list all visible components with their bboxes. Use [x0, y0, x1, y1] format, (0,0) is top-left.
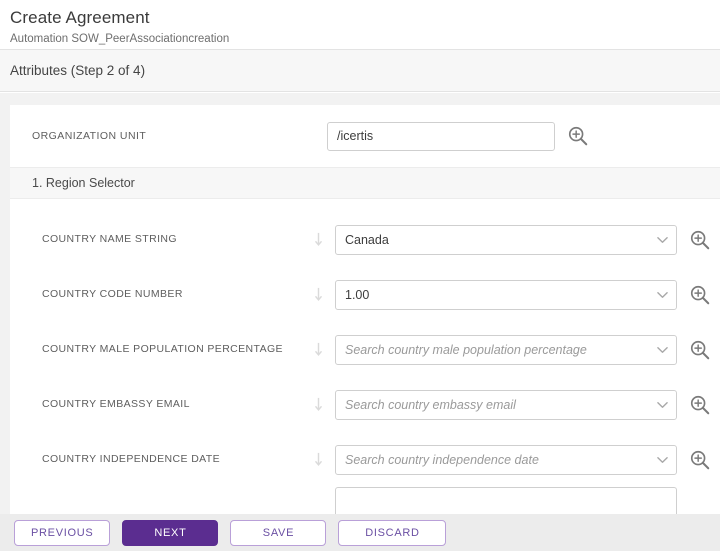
previous-button[interactable]: PREVIOUS — [14, 519, 111, 546]
page-title: Create Agreement — [10, 8, 150, 27]
attribute-select-value[interactable]: Search country independence date — [335, 444, 677, 475]
organization-unit-search-icon[interactable] — [567, 125, 589, 147]
attribute-search-icon[interactable] — [689, 284, 711, 306]
arrow-down-icon — [314, 232, 323, 246]
footer-action-bar: PREVIOUS NEXT SAVE DISCARD — [0, 514, 720, 551]
section-header-label: 1. Region Selector — [32, 176, 135, 190]
save-button[interactable]: SAVE — [230, 519, 327, 546]
attribute-select-value[interactable]: 1.00 — [335, 279, 677, 310]
organization-unit-input[interactable] — [327, 121, 555, 151]
attribute-select-box[interactable]: Search country embassy email — [335, 389, 677, 420]
attribute-row: COUNTRY CODE NUMBER 1.00 — [10, 267, 720, 322]
attributes-card: ORGANIZATION UNIT 1. Region Selector COU… — [10, 105, 720, 514]
attribute-list: COUNTRY NAME STRING Canada COUNTRY CODE … — [10, 199, 720, 514]
attribute-search-icon[interactable] — [689, 339, 711, 361]
attribute-row: COUNTRY NAME STRING Canada — [10, 212, 720, 267]
attribute-search-icon[interactable] — [689, 229, 711, 251]
section-header-region-selector: 1. Region Selector — [10, 167, 720, 199]
organization-unit-row: ORGANIZATION UNIT — [10, 105, 720, 167]
discard-button[interactable]: DISCARD — [338, 519, 447, 546]
arrow-down-icon — [314, 287, 323, 301]
arrow-down-icon — [314, 452, 323, 466]
attribute-select-value[interactable]: Canada — [335, 224, 677, 255]
attribute-label: COUNTRY MALE POPULATION PERCENTAGE — [42, 343, 283, 355]
attribute-label: COUNTRY CODE NUMBER — [42, 288, 183, 300]
arrow-down-icon — [314, 397, 323, 411]
attribute-select-box[interactable]: Search country male population percentag… — [335, 334, 677, 365]
organization-unit-field-wrap — [327, 121, 589, 151]
step-bar-label: Attributes (Step 2 of 4) — [10, 63, 146, 78]
organization-unit-label: ORGANIZATION UNIT — [32, 130, 147, 142]
next-button[interactable]: NEXT — [122, 519, 219, 546]
attribute-row: COUNTRY MALE POPULATION PERCENTAGE Searc… — [10, 322, 720, 377]
attribute-label: COUNTRY EMBASSY EMAIL — [42, 398, 190, 410]
attribute-select-box[interactable]: 1.00 — [335, 279, 677, 310]
attribute-label: COUNTRY NAME STRING — [42, 233, 177, 245]
attribute-search-icon[interactable] — [689, 394, 711, 416]
arrow-down-icon — [314, 342, 323, 356]
page-subtitle: Automation SOW_PeerAssociationcreation — [10, 33, 230, 45]
step-bar: Attributes (Step 2 of 4) — [0, 50, 720, 92]
page-header: Create Agreement Automation SOW_PeerAsso… — [0, 0, 720, 50]
attribute-row: COUNTRY INDEPENDENCE DATE Search country… — [10, 432, 720, 487]
attribute-label: COUNTRY INDEPENDENCE DATE — [42, 453, 221, 465]
attribute-select-box[interactable]: Search country independence date — [335, 444, 677, 475]
attribute-select-box[interactable]: Canada — [335, 224, 677, 255]
attribute-select-box-partial[interactable] — [335, 487, 677, 514]
attribute-row: COUNTRY EMBASSY EMAIL Search country emb… — [10, 377, 720, 432]
attribute-search-icon[interactable] — [689, 449, 711, 471]
form-body-region: ORGANIZATION UNIT 1. Region Selector COU… — [0, 93, 720, 514]
attribute-select-value[interactable]: Search country male population percentag… — [335, 334, 677, 365]
attribute-select-value[interactable]: Search country embassy email — [335, 389, 677, 420]
attribute-row-partial — [10, 487, 720, 514]
